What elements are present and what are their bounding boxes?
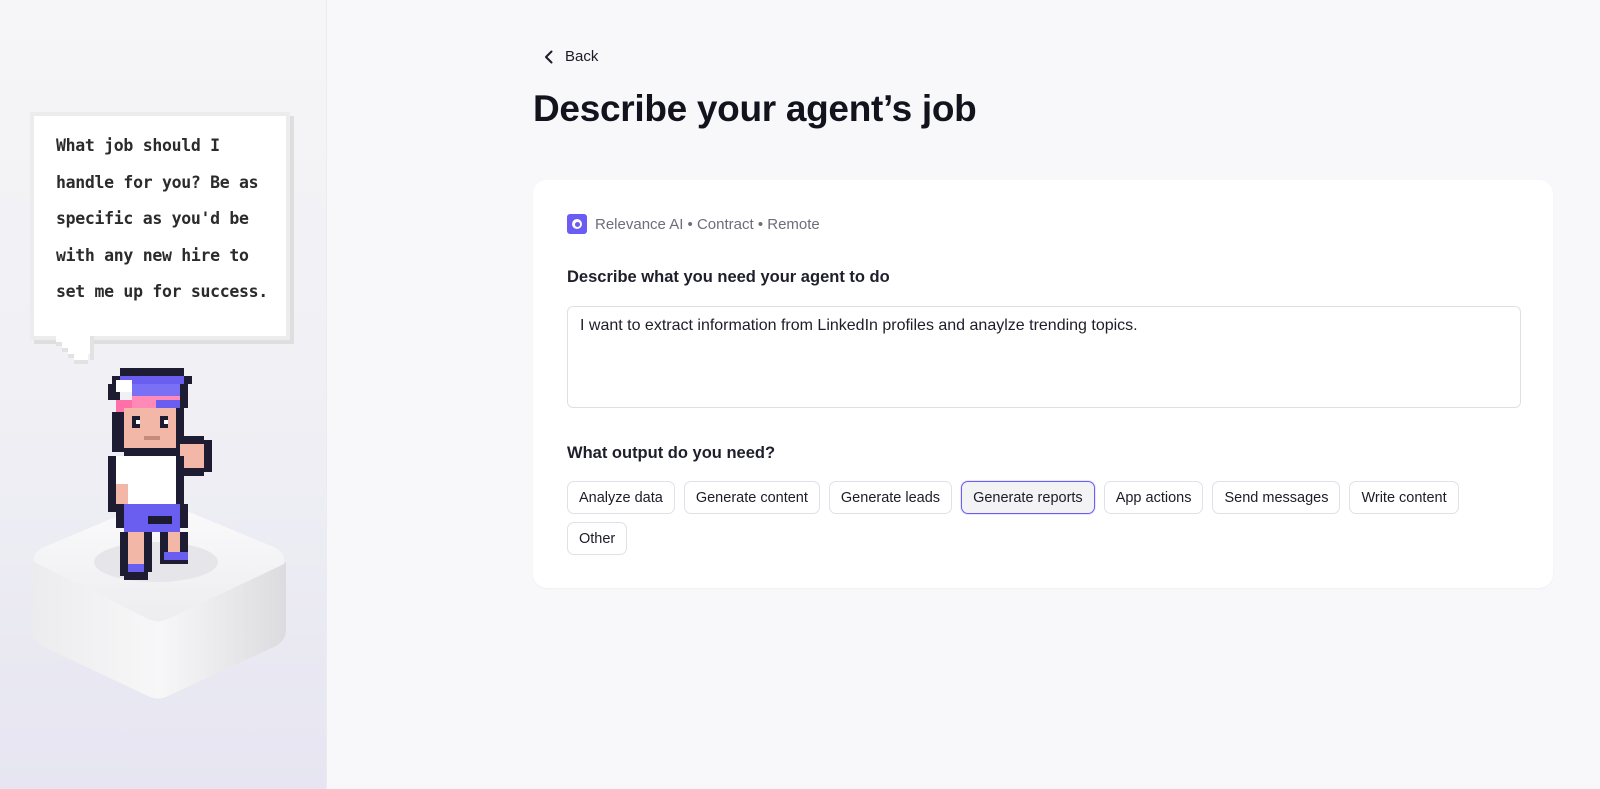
assistant-panel: What job should I handle for you? Be as …	[0, 0, 327, 789]
output-option-generate-reports[interactable]: Generate reports	[961, 481, 1095, 514]
back-button[interactable]: Back	[541, 48, 598, 65]
job-form-card: Relevance AI • Contract • Remote Describ…	[533, 180, 1553, 588]
chevron-left-icon	[545, 50, 553, 63]
output-option-send-messages[interactable]: Send messages	[1212, 481, 1341, 514]
output-label: What output do you need?	[567, 444, 776, 462]
job-meta: Relevance AI • Contract • Remote	[567, 214, 820, 234]
speech-bubble: What job should I handle for you? Be as …	[34, 116, 286, 336]
output-option-write-content[interactable]: Write content	[1349, 481, 1459, 514]
job-meta-text: Relevance AI • Contract • Remote	[595, 215, 820, 233]
relevance-ai-logo-icon	[567, 214, 587, 234]
output-option-generate-leads[interactable]: Generate leads	[828, 481, 953, 514]
pixel-character-illustration	[108, 368, 212, 580]
output-options: Analyze data Generate content Generate l…	[567, 481, 1527, 555]
speech-text: What job should I handle for you? Be as …	[56, 136, 268, 301]
back-label: Back	[565, 48, 599, 65]
output-option-app-actions[interactable]: App actions	[1103, 481, 1204, 514]
job-description-input[interactable]: I want to extract information from Linke…	[567, 306, 1521, 408]
output-option-other[interactable]: Other	[567, 522, 628, 555]
output-option-generate-content[interactable]: Generate content	[683, 481, 820, 514]
speech-bubble-tail	[56, 336, 94, 364]
page-title: Describe your agent’s job	[533, 88, 977, 129]
output-option-analyze-data[interactable]: Analyze data	[567, 481, 675, 514]
description-label: Describe what you need your agent to do	[567, 268, 890, 286]
